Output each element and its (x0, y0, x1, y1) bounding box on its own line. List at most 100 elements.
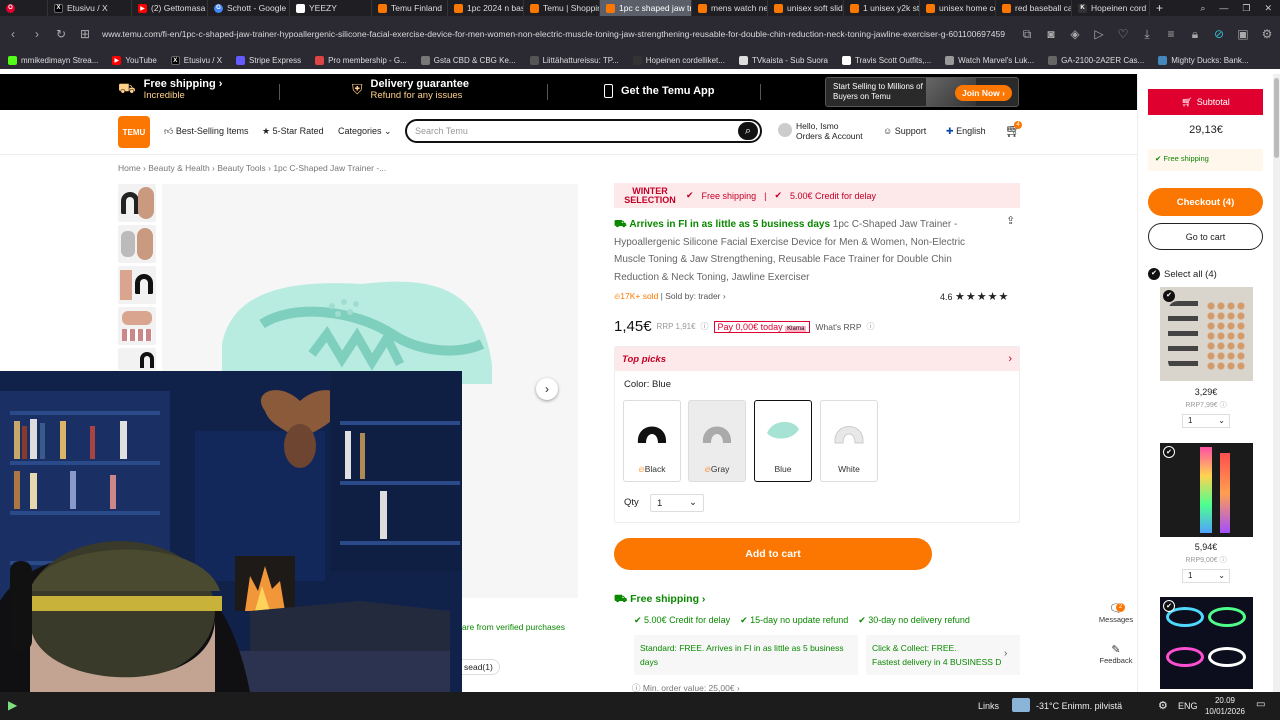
crumb-home[interactable]: Home (118, 163, 141, 173)
tab-13[interactable]: K Hopeinen cord (1072, 0, 1150, 16)
gallery-thumb-3[interactable] (118, 266, 156, 304)
checkout-button[interactable]: Checkout (4) (1148, 188, 1263, 216)
cart-item-1-qty[interactable]: 1 ⌄ (1182, 414, 1230, 428)
tab-12[interactable]: red baseball ca (996, 0, 1072, 16)
bookmark-11[interactable]: GA-2100-2A2ER Cas... (1048, 56, 1144, 65)
page-scrollbar[interactable] (1273, 74, 1280, 692)
color-swatch-gray[interactable]: 🔥︎Gray (688, 400, 746, 482)
seller-link[interactable]: Sold by: trader (665, 291, 720, 301)
nav-categories[interactable]: Categories ⌄ (338, 126, 392, 137)
camera-icon[interactable]: ◙ (1044, 27, 1058, 41)
gallery-thumb-5[interactable] (118, 348, 156, 370)
box-icon[interactable]: ▣ (1236, 27, 1250, 41)
search-tabs-icon[interactable]: ⌕ (1200, 3, 1205, 14)
gallery-thumb-1[interactable] (118, 184, 156, 222)
bookmark-8[interactable]: TVkaista - Sub Suora (738, 56, 828, 65)
free-shipping-link[interactable]: ⛟ Free shipping › (614, 593, 705, 607)
maximize-icon[interactable]: ❐ (1242, 3, 1250, 14)
new-tab-button[interactable]: + (1150, 0, 1170, 16)
download-icon[interactable]: ⤓ (1140, 27, 1154, 42)
heart-icon[interactable]: ♡ (1116, 27, 1130, 41)
url-field[interactable]: www.temu.com/fi-en/1pc-c-shaped-jaw-trai… (102, 29, 1010, 39)
browser-menu-button[interactable]: O (0, 0, 48, 16)
qty-select[interactable]: 1 ⌄ (650, 494, 704, 512)
chevron-right-icon[interactable]: › (1004, 648, 1007, 659)
join-now-button[interactable]: Join Now › (955, 85, 1012, 101)
cart-item-3-check[interactable]: ✔ (1163, 600, 1175, 612)
add-to-cart-button[interactable]: Add to cart (614, 538, 932, 570)
tab-6[interactable]: Temu | Shoppin (524, 0, 600, 16)
app-icon[interactable]: ▶ (8, 698, 26, 714)
select-all-checkbox[interactable]: ✔ Select all (4) (1148, 268, 1217, 280)
tab-8[interactable]: mens watch ne (692, 0, 768, 16)
minimize-icon[interactable]: — (1219, 3, 1228, 13)
menu-icon[interactable]: ≡ (1164, 27, 1178, 41)
review-filter-chip[interactable]: sead(1) (462, 659, 500, 675)
feedback-button[interactable]: ✎ Feedback (1096, 643, 1136, 665)
cart-item-2-image[interactable] (1160, 443, 1253, 537)
get-app-promo[interactable]: Get the Temu App (604, 84, 715, 98)
bookmark-9[interactable]: Travis Scott Outfits,... (841, 56, 931, 65)
tab-4[interactable]: Temu Finland (372, 0, 448, 16)
nav-5-star[interactable]: ★ 5-Star Rated (262, 126, 324, 137)
bookmark-1[interactable]: ▶ YouTube (112, 56, 157, 65)
cart-item-1-check[interactable]: ✔ (1163, 290, 1175, 302)
bookmark-5[interactable]: Gsta CBD & CBG Ke... (420, 56, 516, 65)
free-shipping-promo[interactable]: ⛟ Free shipping › Incredible (118, 78, 222, 101)
weather-text[interactable]: -31°C Enimm. pilvistä (1036, 701, 1122, 711)
crumb-beauty-health[interactable]: Beauty & Health (148, 163, 209, 173)
bookmark-12[interactable]: Mighty Ducks: Bank... (1158, 56, 1249, 65)
color-swatch-blue-selected[interactable]: Blue (754, 400, 812, 482)
tab-7-active[interactable]: 1pc c shaped jaw trainer (600, 0, 692, 16)
reload-icon[interactable]: ↻ (54, 27, 68, 41)
tab-5[interactable]: 1pc 2024 n bas (448, 0, 524, 16)
info-icon[interactable]: ⓘ (701, 321, 709, 332)
share-icon[interactable]: ⇪ (1006, 214, 1015, 227)
avatar[interactable] (778, 123, 792, 137)
tab-3[interactable]: YEEZY (290, 0, 372, 16)
pay-today-badge[interactable]: Pay 0,00€ today Klarna (713, 320, 811, 333)
info-icon[interactable]: ⓘ (867, 321, 875, 332)
color-swatch-black[interactable]: 🔥︎Black (623, 400, 681, 482)
cart-item-3-image[interactable] (1160, 597, 1253, 689)
extension-icon[interactable]: ⊘ (1212, 27, 1226, 41)
gallery-thumb-4[interactable] (118, 307, 156, 345)
bookmark-10[interactable]: Watch Marvel's Luk... (945, 56, 1034, 65)
go-to-cart-button[interactable]: Go to cart (1148, 223, 1263, 250)
bookmark-4[interactable]: Pro membership - G... (315, 56, 407, 65)
delivery-guarantee-promo[interactable]: ⛨ Delivery guarantee Refund for any issu… (352, 78, 469, 101)
bookmark-6[interactable]: Liittähattureissu: TP... (529, 56, 619, 65)
clock[interactable]: 20.09 10/01/2026 (1202, 695, 1248, 717)
whats-rrp-link[interactable]: What's RRP (815, 322, 861, 332)
lock-icon[interactable]: 🔒︎ (1188, 27, 1202, 42)
tab-11[interactable]: unisex home co (920, 0, 996, 16)
tab-2[interactable]: G Schott - Google (208, 0, 290, 16)
home-grid-icon[interactable]: ⊞ (78, 27, 92, 41)
search-button[interactable]: ⌕ (738, 122, 758, 140)
account-menu[interactable]: Hello, Ismo Orders & Account (796, 121, 863, 141)
click-collect-card[interactable]: Click & Collect: FREE. Fastest delivery … (866, 635, 1020, 675)
gallery-thumb-2[interactable] (118, 225, 156, 263)
settings-icon[interactable]: ⚙ (1260, 27, 1274, 41)
next-image-button[interactable]: › (536, 378, 558, 400)
close-window-icon[interactable]: ✕ (1264, 3, 1272, 14)
support-link[interactable]: ☺ Support (883, 126, 926, 136)
shield-icon[interactable]: ◈ (1068, 27, 1082, 41)
network-icon[interactable]: ⚙ (1158, 699, 1168, 712)
top-picks-bar[interactable]: Top picks › (615, 347, 1019, 371)
sell-on-temu-banner[interactable]: Start Selling to Millions of Buyers on T… (825, 77, 1019, 107)
color-swatch-white[interactable]: White (820, 400, 878, 482)
cart-item-2-check[interactable]: ✔ (1163, 446, 1175, 458)
search-box[interactable]: Search Temu ⌕ (405, 119, 762, 143)
bookmark-7[interactable]: Hopeinen cordelliket... (632, 56, 725, 65)
cart-item-1-image[interactable] (1160, 287, 1253, 381)
links-toolbar[interactable]: Links (978, 701, 999, 711)
bookmark-0[interactable]: mmikedimayn Strea... (8, 56, 98, 65)
copy-link-icon[interactable]: ⧉ (1020, 27, 1034, 42)
nav-best-selling[interactable]: 👍︎ Best-Selling Items (164, 126, 248, 137)
tab-10[interactable]: 1 unisex y2k sty (844, 0, 920, 16)
crumb-beauty-tools[interactable]: Beauty Tools (217, 163, 266, 173)
cart-item-2-qty[interactable]: 1 ⌄ (1182, 569, 1230, 583)
send-icon[interactable]: ▷ (1092, 27, 1106, 41)
forward-icon[interactable]: › (30, 27, 44, 41)
